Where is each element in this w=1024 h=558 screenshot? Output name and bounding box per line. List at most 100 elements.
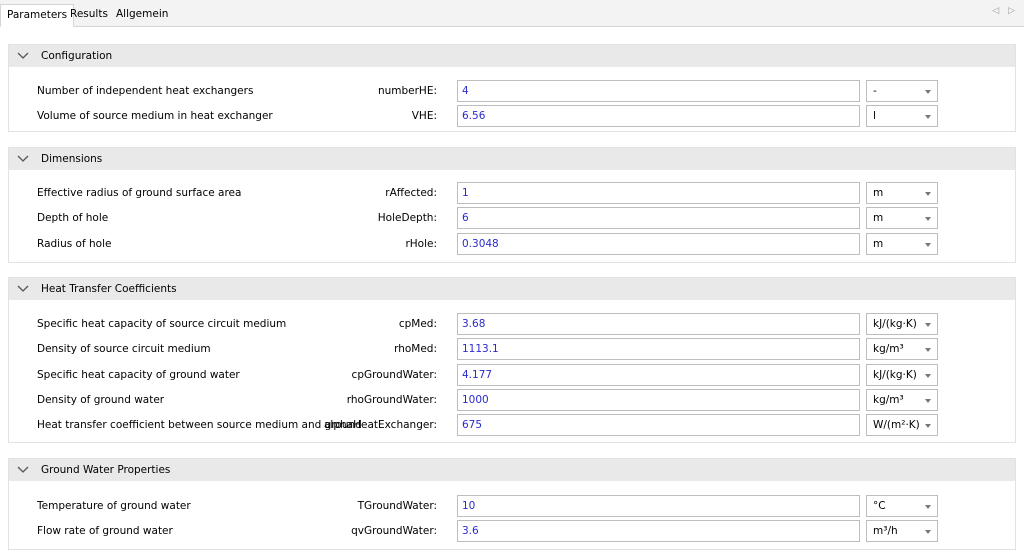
dropdown-arrow-icon (925, 348, 931, 352)
unit-label: - (873, 85, 877, 97)
param-description: Density of ground water (37, 394, 165, 406)
param-name: qvGroundWater: (351, 525, 437, 537)
unit-label: kJ/(kg·K) (873, 369, 917, 381)
unit-label: kJ/(kg·K) (873, 318, 917, 330)
value-input-TGroundWater[interactable]: 10 (457, 495, 860, 517)
param-row-VHE: Volume of source medium in heat exchange… (9, 104, 1015, 128)
param-row-qvGroundWater: Flow rate of ground water qvGroundWater:… (9, 519, 1015, 543)
dropdown-arrow-icon (925, 505, 931, 509)
section-title: Heat Transfer Coefficients (41, 283, 177, 295)
chevron-down-icon[interactable] (17, 283, 29, 295)
dropdown-arrow-icon (925, 115, 931, 119)
unit-label: m³/h (873, 525, 898, 537)
tab-results[interactable]: Results (64, 4, 114, 26)
dropdown-arrow-icon (925, 243, 931, 247)
unit-select-HoleDepth[interactable]: m (866, 207, 938, 229)
tab-parameters[interactable]: Parameters (0, 4, 75, 27)
dropdown-arrow-icon (925, 374, 931, 378)
value-input-rHole[interactable]: 0.3048 (457, 233, 860, 255)
param-description: Temperature of ground water (37, 500, 191, 512)
unit-select-cpGroundWater[interactable]: kJ/(kg·K) (866, 364, 938, 386)
unit-label: kg/m³ (873, 394, 904, 406)
param-name: rAffected: (385, 187, 437, 199)
section-title: Dimensions (41, 153, 103, 165)
unit-select-numberHE[interactable]: - (866, 80, 938, 102)
chevron-down-icon[interactable] (17, 464, 29, 476)
unit-select-rhoMed[interactable]: kg/m³ (866, 338, 938, 360)
section-header-configuration[interactable]: Configuration (9, 45, 1015, 67)
unit-label: l (873, 110, 876, 122)
section-title: Ground Water Properties (41, 464, 171, 476)
dropdown-arrow-icon (925, 90, 931, 94)
unit-select-cpMed[interactable]: kJ/(kg·K) (866, 313, 938, 335)
unit-label: m (873, 212, 884, 224)
param-description: Specific heat capacity of ground water (37, 369, 240, 381)
param-name: VHE: (411, 110, 437, 122)
param-description: Depth of hole (37, 212, 109, 224)
section-header-heat-transfer[interactable]: Heat Transfer Coefficients (9, 278, 1015, 300)
tab-bar: Parameters Results Allgemein ◁ ▷ (0, 0, 1024, 27)
unit-label: m (873, 238, 884, 250)
param-name: TGroundWater: (357, 500, 437, 512)
value-input-rhoGroundWater[interactable]: 1000 (457, 389, 860, 411)
value-input-rhoMed[interactable]: 1113.1 (457, 338, 860, 360)
dropdown-arrow-icon (925, 323, 931, 327)
section-header-dimensions[interactable]: Dimensions (9, 148, 1015, 170)
param-name: numberHE: (377, 85, 437, 97)
dropdown-arrow-icon (925, 530, 931, 534)
param-row-rAffected: Effective radius of ground surface area … (9, 181, 1015, 205)
tab-allgemein[interactable]: Allgemein (110, 4, 174, 26)
unit-select-rAffected[interactable]: m (866, 182, 938, 204)
param-name: cpMed: (398, 318, 437, 330)
param-row-rHole: Radius of hole rHole: 0.3048 m (9, 232, 1015, 256)
section-dimensions: Dimensions Effective radius of ground su… (8, 147, 1016, 263)
unit-select-qvGroundWater[interactable]: m³/h (866, 520, 938, 542)
param-row-alphaHeatExchanger: Heat transfer coefficient between source… (9, 413, 1015, 437)
unit-select-TGroundWater[interactable]: °C (866, 495, 938, 517)
chevron-down-icon[interactable] (17, 50, 29, 62)
param-row-cpMed: Specific heat capacity of source circuit… (9, 312, 1015, 336)
value-input-qvGroundWater[interactable]: 3.6 (457, 520, 860, 542)
param-row-HoleDepth: Depth of hole HoleDepth: 6 m (9, 206, 1015, 230)
param-name: alphaHeatExchanger: (324, 419, 437, 431)
value-input-numberHE[interactable]: 4 (457, 80, 860, 102)
dropdown-arrow-icon (925, 192, 931, 196)
param-row-numberHE: Number of independent heat exchangers nu… (9, 79, 1015, 103)
chevron-down-icon[interactable] (17, 153, 29, 165)
unit-select-rhoGroundWater[interactable]: kg/m³ (866, 389, 938, 411)
value-input-cpMed[interactable]: 3.68 (457, 313, 860, 335)
param-row-TGroundWater: Temperature of ground water TGroundWater… (9, 494, 1015, 518)
param-name: rhoGroundWater: (346, 394, 437, 406)
dropdown-arrow-icon (925, 217, 931, 221)
unit-select-alphaHeatExchanger[interactable]: W/(m²·K) (866, 414, 938, 436)
unit-label: °C (873, 500, 886, 512)
param-description: Volume of source medium in heat exchange… (37, 110, 273, 122)
unit-select-VHE[interactable]: l (866, 105, 938, 127)
section-heat-transfer-coefficients: Heat Transfer Coefficients Specific heat… (8, 277, 1016, 443)
section-header-ground-water[interactable]: Ground Water Properties (9, 459, 1015, 481)
unit-label: W/(m²·K) (873, 419, 920, 431)
param-name: rhoMed: (394, 343, 437, 355)
section-configuration: Configuration Number of independent heat… (8, 44, 1016, 132)
param-description: Effective radius of ground surface area (37, 187, 242, 199)
tab-scroll-arrows-icon[interactable]: ◁ ▷ (992, 6, 1018, 16)
value-input-HoleDepth[interactable]: 6 (457, 207, 860, 229)
dropdown-arrow-icon (925, 399, 931, 403)
param-description: Number of independent heat exchangers (37, 85, 254, 97)
param-name: HoleDepth: (377, 212, 437, 224)
param-description: Flow rate of ground water (37, 525, 173, 537)
value-input-alphaHeatExchanger[interactable]: 675 (457, 414, 860, 436)
param-description: Heat transfer coefficient between source… (37, 419, 362, 431)
param-name: cpGroundWater: (351, 369, 437, 381)
param-description: Density of source circuit medium (37, 343, 211, 355)
param-description: Radius of hole (37, 238, 112, 250)
value-input-VHE[interactable]: 6.56 (457, 105, 860, 127)
section-ground-water-properties: Ground Water Properties Temperature of g… (8, 458, 1016, 550)
unit-label: kg/m³ (873, 343, 904, 355)
unit-select-rHole[interactable]: m (866, 233, 938, 255)
section-title: Configuration (41, 50, 113, 62)
value-input-rAffected[interactable]: 1 (457, 182, 860, 204)
value-input-cpGroundWater[interactable]: 4.177 (457, 364, 860, 386)
param-name: rHole: (405, 238, 437, 250)
dropdown-arrow-icon (925, 424, 931, 428)
